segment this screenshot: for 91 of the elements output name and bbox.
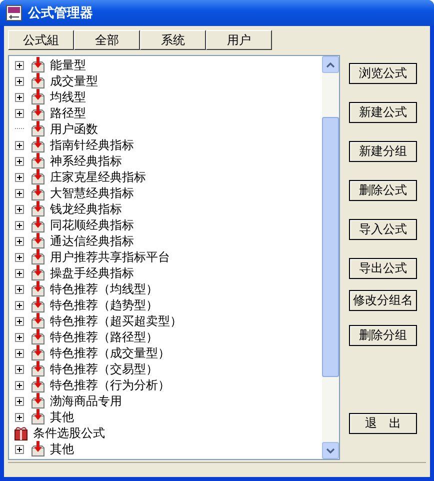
box-arrow-icon — [30, 105, 46, 121]
expand-icon[interactable] — [15, 364, 24, 374]
tree-item[interactable]: 庄家克星经典指标 — [50, 170, 146, 184]
box-arrow-icon — [30, 265, 46, 281]
expand-icon[interactable] — [15, 396, 24, 406]
scroll-down-icon[interactable] — [322, 442, 339, 459]
box-arrow-icon — [30, 329, 46, 345]
box-arrow-icon — [30, 185, 46, 201]
tree-item[interactable]: 同花顺经典指标 — [50, 218, 134, 232]
tree-item[interactable]: 特色推荐（行为分析） — [50, 378, 170, 392]
tree-item[interactable]: 指南针经典指标 — [50, 138, 134, 152]
box-arrow-icon — [30, 137, 46, 153]
expand-icon[interactable] — [15, 284, 24, 294]
box-arrow-icon — [30, 201, 46, 217]
tree-item[interactable]: 其他 — [50, 410, 74, 424]
expand-icon[interactable] — [15, 412, 24, 422]
box-arrow-icon — [30, 361, 46, 377]
box-arrow-icon — [30, 233, 46, 249]
expand-icon[interactable] — [15, 268, 24, 278]
action-button[interactable]: 浏览公式 — [349, 63, 417, 84]
tree-item[interactable]: 大智慧经典指标 — [50, 186, 134, 200]
expand-icon[interactable] — [15, 348, 24, 358]
tree-item[interactable]: 均线型 — [50, 90, 86, 104]
tree-item[interactable]: 特色推荐（均线型） — [50, 282, 158, 296]
box-arrow-icon — [30, 249, 46, 265]
tree-item[interactable]: 能量型 — [50, 58, 86, 72]
expand-icon[interactable] — [15, 252, 24, 262]
expand-icon[interactable] — [15, 220, 24, 230]
expand-icon[interactable] — [15, 76, 24, 86]
tree-item[interactable]: 路径型 — [50, 106, 86, 120]
box-arrow-icon — [30, 169, 46, 185]
expand-icon[interactable] — [15, 236, 24, 246]
box-arrow-icon — [30, 409, 46, 425]
scrollbar[interactable] — [322, 56, 339, 459]
tree-item[interactable]: 特色推荐（路径型） — [50, 330, 158, 344]
box-arrow-icon — [30, 441, 46, 457]
expand-icon[interactable] — [15, 380, 24, 390]
window-title: 公式管理器 — [28, 5, 93, 22]
tree-item[interactable]: 特色推荐（趋势型） — [50, 298, 158, 312]
scroll-thumb[interactable] — [322, 117, 339, 377]
box-arrow-icon — [30, 121, 46, 137]
box-arrow-icon — [30, 217, 46, 233]
action-button[interactable]: 退 出 — [349, 413, 417, 434]
expand-icon[interactable] — [15, 172, 24, 182]
action-button[interactable]: 删除分组 — [349, 325, 417, 346]
tree-item[interactable]: 通达信经典指标 — [50, 234, 134, 248]
tab[interactable]: 公式組 — [8, 30, 74, 50]
expand-icon[interactable] — [15, 204, 24, 214]
box-arrow-icon — [30, 313, 46, 329]
tree-item[interactable]: 特色推荐（交易型） — [50, 362, 158, 376]
box-arrow-icon — [30, 345, 46, 361]
tree-item[interactable]: 特色推荐（超买超卖型） — [50, 314, 182, 328]
box-arrow-icon — [30, 377, 46, 393]
tree-item[interactable]: 渤海商品专用 — [50, 394, 122, 408]
box-arrow-icon — [30, 89, 46, 105]
expand-icon[interactable] — [15, 60, 24, 70]
expand-icon[interactable] — [15, 188, 24, 198]
expand-icon[interactable] — [15, 316, 24, 326]
tree-item[interactable]: 特色推荐（成交量型） — [50, 346, 170, 360]
app-icon — [6, 5, 22, 21]
tab[interactable]: 全部 — [74, 30, 140, 50]
tree-item[interactable]: 其他 — [50, 442, 74, 456]
tree-item[interactable]: 用户函数 — [50, 122, 98, 136]
box-arrow-icon — [30, 281, 46, 297]
box-arrow-icon — [30, 297, 46, 313]
action-button[interactable]: 导入公式 — [349, 219, 417, 240]
tab[interactable]: 系统 — [140, 30, 206, 50]
action-button[interactable]: 新建公式 — [349, 102, 417, 123]
expand-icon[interactable] — [15, 140, 24, 150]
tree-item[interactable]: 操盘手经典指标 — [50, 266, 134, 280]
expand-icon[interactable] — [15, 332, 24, 342]
tree-item[interactable]: 用户推荐共享指标平台 — [50, 250, 170, 264]
box-arrow-icon — [30, 73, 46, 89]
tab[interactable]: 用户 — [206, 30, 272, 50]
expand-icon[interactable] — [15, 92, 24, 102]
tree-item[interactable]: 钱龙经典指标 — [50, 202, 122, 216]
tree-item[interactable]: 成交量型 — [50, 74, 98, 88]
expand-icon[interactable] — [15, 444, 24, 454]
box-arrow-icon — [30, 153, 46, 169]
gift-icon — [13, 425, 29, 441]
expand-icon[interactable] — [15, 156, 24, 166]
tree-item[interactable]: 神系经典指标 — [50, 154, 122, 168]
action-button[interactable]: 新建分组 — [349, 141, 417, 162]
action-button[interactable]: 修改分组名 — [349, 290, 417, 311]
action-button[interactable]: 导出公式 — [349, 258, 417, 279]
scroll-up-icon[interactable] — [322, 56, 339, 73]
tree-item[interactable]: 条件选股公式 — [33, 426, 105, 440]
box-arrow-icon — [30, 393, 46, 409]
expand-icon[interactable] — [15, 108, 24, 118]
action-button[interactable]: 删除公式 — [349, 180, 417, 201]
expand-icon[interactable] — [15, 300, 24, 310]
